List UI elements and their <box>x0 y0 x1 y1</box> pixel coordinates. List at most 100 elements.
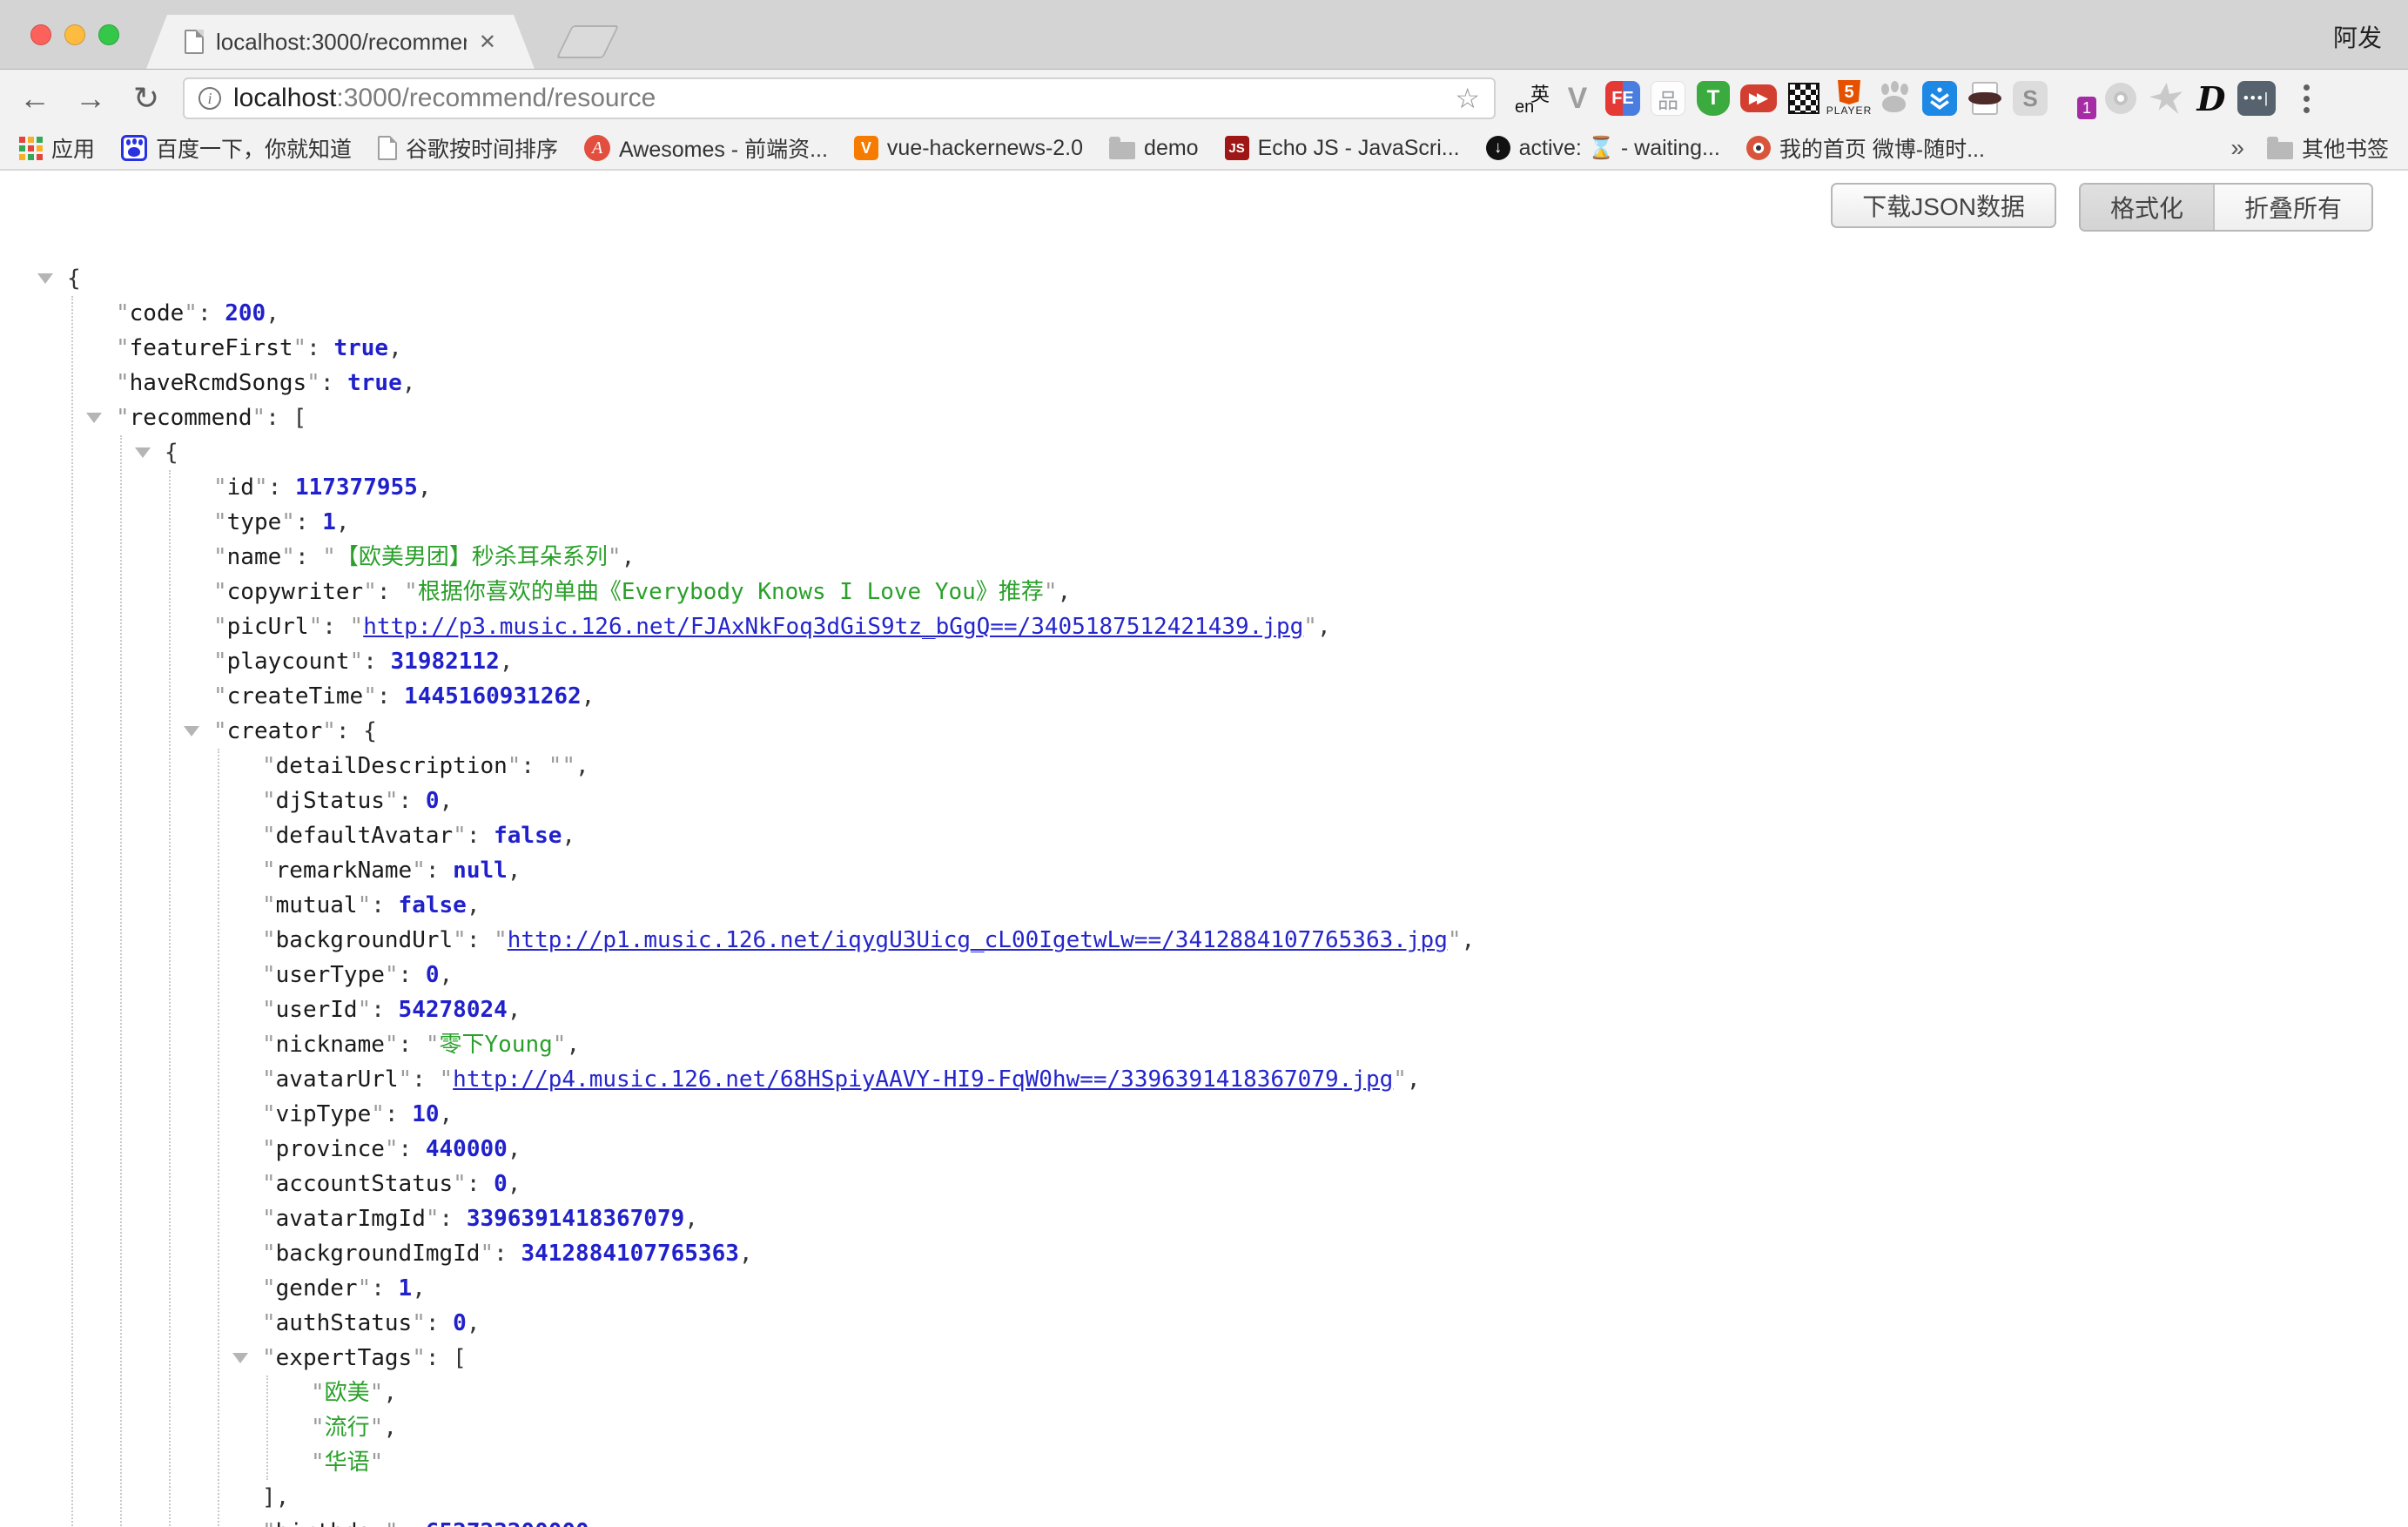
json-key: id <box>227 474 254 501</box>
json-line: "province": 440000, <box>262 1132 2408 1167</box>
json-url-link[interactable]: http://p3.music.126.net/FJAxNkFoq3dGiS9t… <box>363 614 1303 640</box>
mask-page-icon[interactable] <box>1966 78 2004 118</box>
vue-devtools-icon[interactable]: V <box>1558 78 1597 118</box>
s-letter-icon[interactable]: S <box>2011 78 2049 118</box>
format-button[interactable]: 格式化 <box>2081 185 2213 230</box>
collapse-triangle-icon[interactable] <box>37 273 53 284</box>
json-key: type <box>227 509 282 535</box>
json-key: createTime <box>227 683 364 710</box>
other-bookmarks-button[interactable]: 其他书签 <box>2267 132 2389 164</box>
tampermonkey-icon[interactable]: 1 <box>2056 78 2095 118</box>
json-key: avatarUrl <box>276 1066 399 1093</box>
collapse-triangle-icon[interactable] <box>184 726 199 737</box>
active-tab[interactable]: localhost:3000/recommend/re ✕ <box>146 15 535 69</box>
bookmark-star-icon[interactable]: ☆ <box>1455 82 1480 115</box>
chrome-menu-button[interactable] <box>2293 84 2320 113</box>
bookmark-label: 百度一下，你就知道 <box>156 132 352 164</box>
collapse-triangle-icon[interactable] <box>86 413 102 423</box>
weibo-gray-icon[interactable] <box>2102 78 2140 118</box>
json-value: 54278024 <box>399 997 508 1023</box>
json-value: 652723200000 <box>426 1519 589 1527</box>
bookmark-item[interactable]: 百度一下，你就知道 <box>121 132 352 164</box>
url-text: localhost:3000/recommend/resource <box>233 84 656 113</box>
bookmark-item[interactable]: 我的首页 微博-随时... <box>1746 132 1985 164</box>
bookmark-item[interactable]: Vvue-hackernews-2.0 <box>854 136 1083 161</box>
paw-icon[interactable] <box>1875 78 1914 118</box>
fe-helper-icon[interactable]: FE <box>1604 78 1642 118</box>
json-value: 31982112 <box>391 649 500 675</box>
json-line: "nickname": "零下Young", <box>262 1027 2408 1062</box>
json-string: 零下Young <box>440 1032 553 1058</box>
json-value: false <box>399 892 467 918</box>
json-line: "id": 117377955, <box>213 470 2408 505</box>
fast-forward-icon[interactable]: ▶▶ <box>1739 78 1778 118</box>
json-line: "vipType": 10, <box>262 1097 2408 1132</box>
bookmark-item[interactable]: demo <box>1109 136 1199 161</box>
weibo-icon <box>1746 136 1771 160</box>
json-key: birthday <box>276 1519 385 1527</box>
json-value: 0 <box>426 788 440 814</box>
echojs-icon: JS <box>1225 136 1249 160</box>
json-line: { <box>165 435 2408 470</box>
bookmark-item[interactable]: JSEcho JS - JavaScri... <box>1225 136 1460 161</box>
tab-close-icon[interactable]: ✕ <box>479 30 496 55</box>
json-url-link[interactable]: http://p4.music.126.net/68HSpiyAAVY-HI9-… <box>453 1066 1393 1093</box>
bird-icon[interactable] <box>2147 78 2185 118</box>
page-info-icon[interactable]: i <box>198 87 221 110</box>
json-line: "avatarUrl": "http://p4.music.126.net/68… <box>262 1062 2408 1097</box>
green-shield-icon[interactable]: T <box>1694 78 1732 118</box>
json-line: ], <box>262 1480 2408 1515</box>
collapse-triangle-icon[interactable] <box>135 447 151 458</box>
zoom-window-button[interactable] <box>98 24 119 45</box>
json-value: 3396391418367079 <box>467 1206 684 1232</box>
bookmarks-overflow-chevron[interactable]: » <box>2230 134 2244 162</box>
collapse-all-button[interactable]: 折叠所有 <box>2213 185 2371 230</box>
json-key: remarkName <box>276 858 413 884</box>
collapse-triangle-icon[interactable] <box>232 1353 248 1363</box>
html5-player-icon[interactable]: 5PLAYER <box>1830 78 1868 118</box>
address-bar[interactable]: i localhost:3000/recommend/resource ☆ <box>183 77 1496 119</box>
translate-icon[interactable]: 英en <box>1513 78 1551 118</box>
json-url-link[interactable]: http://p1.music.126.net/iqygU3Uicg_cL00I… <box>508 927 1448 953</box>
json-value: 117377955 <box>295 474 418 501</box>
password-manager-icon[interactable]: •••| <box>2237 78 2276 118</box>
download-circle-icon: ↓ <box>1486 136 1510 160</box>
json-line: "copywriter": "根据你喜欢的单曲《Everybody Knows … <box>213 575 2408 609</box>
download-json-button[interactable]: 下载JSON数据 <box>1831 183 2056 228</box>
browser-window: localhost:3000/recommend/re ✕ 阿发 ← → ↻ i… <box>0 0 2408 1527</box>
json-key: userId <box>276 997 358 1023</box>
bookmark-item[interactable]: 应用 <box>19 132 95 164</box>
json-key: backgroundImgId <box>276 1241 481 1267</box>
json-key: accountStatus <box>276 1171 454 1197</box>
new-tab-button[interactable] <box>556 25 620 58</box>
bookmark-item[interactable]: ↓active: ⌛ - waiting... <box>1486 136 1720 161</box>
close-window-button[interactable] <box>30 24 51 45</box>
json-line: "creator": { <box>213 714 2408 749</box>
qrcode-icon[interactable] <box>1785 78 1823 118</box>
json-value: 0 <box>426 962 440 988</box>
reload-button[interactable]: ↻ <box>127 83 165 114</box>
bookmark-item[interactable]: 谷歌按时间排序 <box>378 132 558 164</box>
back-button[interactable]: ← <box>16 83 54 114</box>
profile-name[interactable]: 阿发 <box>2333 19 2382 54</box>
page-favicon-icon <box>185 30 204 54</box>
minimize-window-button[interactable] <box>64 24 85 45</box>
sitemap-icon[interactable]: 品 <box>1649 78 1687 118</box>
json-key: detailDescription <box>276 753 508 779</box>
bookmarks-right: » 其他书签 <box>2230 132 2389 164</box>
json-value: 1 <box>322 509 336 535</box>
blue-chevrons-icon[interactable] <box>1920 78 1959 118</box>
d-letter-icon[interactable]: D <box>2192 78 2230 118</box>
json-string: 欧美 <box>325 1380 370 1406</box>
bookmark-item[interactable]: AAwesomes - 前端资... <box>584 132 828 164</box>
json-value: 1 <box>399 1275 413 1302</box>
json-key: expertTags <box>276 1345 413 1371</box>
json-line: "backgroundImgId": 3412884107765363, <box>262 1236 2408 1271</box>
json-line: "avatarImgId": 3396391418367079, <box>262 1201 2408 1236</box>
json-line: "createTime": 1445160931262, <box>213 679 2408 714</box>
forward-button[interactable]: → <box>71 83 110 114</box>
json-line: { <box>67 261 2408 296</box>
json-line: "defaultAvatar": false, <box>262 818 2408 853</box>
json-string: 流行 <box>325 1415 370 1441</box>
json-value: 1445160931262 <box>404 683 582 710</box>
